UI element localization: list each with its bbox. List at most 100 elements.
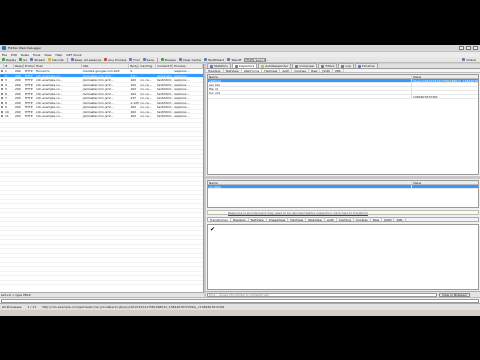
list-item[interactable]: no-data	[208, 185, 478, 189]
resp-tab-raw[interactable]: Raw	[371, 218, 383, 222]
cell-result: 200	[14, 91, 21, 95]
tearoff-icon	[227, 58, 231, 61]
clear-cache-button[interactable]: Clear Cache	[178, 58, 201, 62]
maximize-button[interactable]	[466, 46, 471, 50]
param-name: no-data	[208, 185, 412, 188]
cell-protocol: HTTP	[24, 73, 33, 77]
cell-host: cdn.example.co...	[35, 105, 63, 109]
resp-tab-xml[interactable]: XML	[394, 218, 406, 222]
cell-num: 6	[4, 91, 7, 95]
find-button[interactable]: Find	[129, 58, 140, 62]
col-result[interactable]: Result	[14, 64, 24, 68]
col-protocol[interactable]: Protocol	[24, 64, 35, 68]
menu-edit[interactable]: Edit	[11, 53, 17, 57]
menu-tools[interactable]: Tools	[33, 53, 40, 57]
browse-button[interactable]: Browse	[160, 58, 176, 62]
menu-help[interactable]: Help	[55, 53, 62, 57]
menu-rules[interactable]: Rules	[21, 53, 29, 57]
body-value-column[interactable]: Value	[412, 181, 478, 184]
param-name: _	[208, 95, 412, 98]
cell-caching: no-ca...	[140, 87, 152, 91]
col-host[interactable]: Host	[35, 64, 82, 68]
col-number[interactable]: #	[4, 64, 14, 68]
tearoff-button[interactable]: Tearoff	[227, 58, 241, 62]
cell-body: 162	[130, 105, 137, 109]
req-tab-json[interactable]: JSON	[320, 69, 333, 73]
req-tab-auth[interactable]: Auth	[280, 69, 293, 73]
resp-tab-imageview[interactable]: ImageView	[267, 218, 289, 222]
view-in-notepad-button[interactable]: View in Notepad	[439, 292, 470, 297]
tab-log[interactable]: Log	[338, 63, 354, 68]
col-process[interactable]: Process	[173, 64, 203, 68]
tab-inspectors[interactable]: Inspectors	[231, 63, 258, 68]
resp-tab-webview[interactable]: WebView	[306, 218, 325, 222]
cell-process: iexplore:...	[174, 100, 191, 104]
resp-tab-hexview[interactable]: HexView	[288, 218, 307, 222]
quickexec-input[interactable]	[1, 298, 479, 303]
resp-tab-textview[interactable]: TextView	[249, 218, 267, 222]
req-tab-xml[interactable]: XML	[333, 69, 345, 73]
col-url[interactable]: URL	[82, 64, 130, 68]
req-tab-webforms[interactable]: WebForms	[241, 69, 263, 73]
tab-autoresponder[interactable]: AutoResponder	[258, 63, 292, 68]
statistics-icon	[210, 64, 213, 68]
body-name-column[interactable]: Name	[208, 181, 412, 184]
col-caching[interactable]: Caching	[139, 64, 157, 68]
cell-ctype: text/html;...	[157, 114, 174, 118]
session-status-icon	[1, 101, 3, 104]
textwizard-button[interactable]: TextWizard	[203, 58, 224, 62]
decode-message[interactable]: Response is encoded and may need to be d…	[228, 211, 368, 215]
resp-tab-caching[interactable]: Caching	[337, 218, 354, 222]
minimize-button[interactable]	[459, 46, 464, 50]
querystring-value-column[interactable]: Value	[412, 75, 478, 78]
req-tab-hexview[interactable]: HexView	[262, 69, 281, 73]
cell-url: /js/master.min.js?2...	[82, 100, 114, 104]
tab-statistics[interactable]: Statistics	[207, 63, 231, 68]
resp-tab-auth[interactable]: Auth	[325, 218, 337, 222]
cell-body: 1,125	[130, 100, 139, 104]
col-content-type[interactable]: Content-Type	[156, 64, 174, 68]
cell-url: /js/master.min.js?2...	[82, 105, 114, 109]
resp-tab-headers[interactable]: Headers	[231, 218, 249, 222]
decode-button[interactable]: Decode	[48, 58, 64, 62]
list-item[interactable]: _ 1384407672301	[208, 95, 478, 99]
keep-sessions-dropdown[interactable]: Keep: All sessions	[70, 58, 101, 62]
status-bar: All Processes 1 / 11 http://cdn.example.…	[0, 303, 480, 310]
cell-num: 9	[4, 105, 7, 109]
req-tab-textview[interactable]: TextView	[224, 69, 242, 73]
menu-get-book[interactable]: GET /book	[66, 53, 81, 57]
menu-view[interactable]: View	[44, 53, 51, 57]
log-icon	[341, 64, 345, 68]
replay-button[interactable]: Replay	[2, 58, 16, 62]
tab-timeline[interactable]: Timeline	[354, 63, 378, 68]
decode-message-bar[interactable]: Response is encoded and may need to be d…	[207, 210, 479, 215]
go-button[interactable]: Go	[19, 58, 27, 62]
stream-button[interactable]: Stream	[30, 58, 45, 62]
capture-status[interactable]: All Processes	[2, 305, 21, 309]
cell-ctype: text/html;...	[157, 96, 174, 100]
cell-protocol: HTTP	[24, 109, 33, 113]
any-process-button[interactable]: Any Process	[104, 58, 126, 62]
find-input[interactable]: Find... (press Ctrl+Enter to highlight a…	[207, 292, 437, 297]
cell-url: /js/master.min.js?2...	[82, 87, 114, 91]
close-button[interactable]	[473, 46, 478, 50]
horizontal-splitter[interactable]	[206, 176, 480, 179]
response-body[interactable]: ✔	[207, 224, 479, 290]
cell-result: 200	[14, 114, 21, 118]
msdn-search-input[interactable]: MSDN Search...	[244, 57, 269, 62]
resp-tab-cookies[interactable]: Cookies	[354, 218, 371, 222]
tab-composer[interactable]: Composer	[292, 63, 318, 68]
tab-filters[interactable]: Filters	[318, 63, 338, 68]
cell-caching: no-ca...	[140, 114, 152, 118]
req-tab-raw[interactable]: Raw	[309, 69, 321, 73]
resp-tab-transformer[interactable]: Transformer	[208, 218, 232, 222]
col-body[interactable]: Body	[129, 64, 140, 68]
save-button[interactable]: Save	[142, 58, 154, 62]
cell-result: 200	[14, 87, 21, 91]
menu-file[interactable]: File	[2, 53, 7, 57]
resp-tab-json[interactable]: JSON	[382, 218, 395, 222]
req-tab-headers[interactable]: Headers	[206, 69, 224, 73]
req-tab-cookies[interactable]: Cookies	[292, 69, 310, 73]
querystring-name-column[interactable]: Name	[208, 75, 412, 78]
replay-icon	[2, 58, 5, 61]
